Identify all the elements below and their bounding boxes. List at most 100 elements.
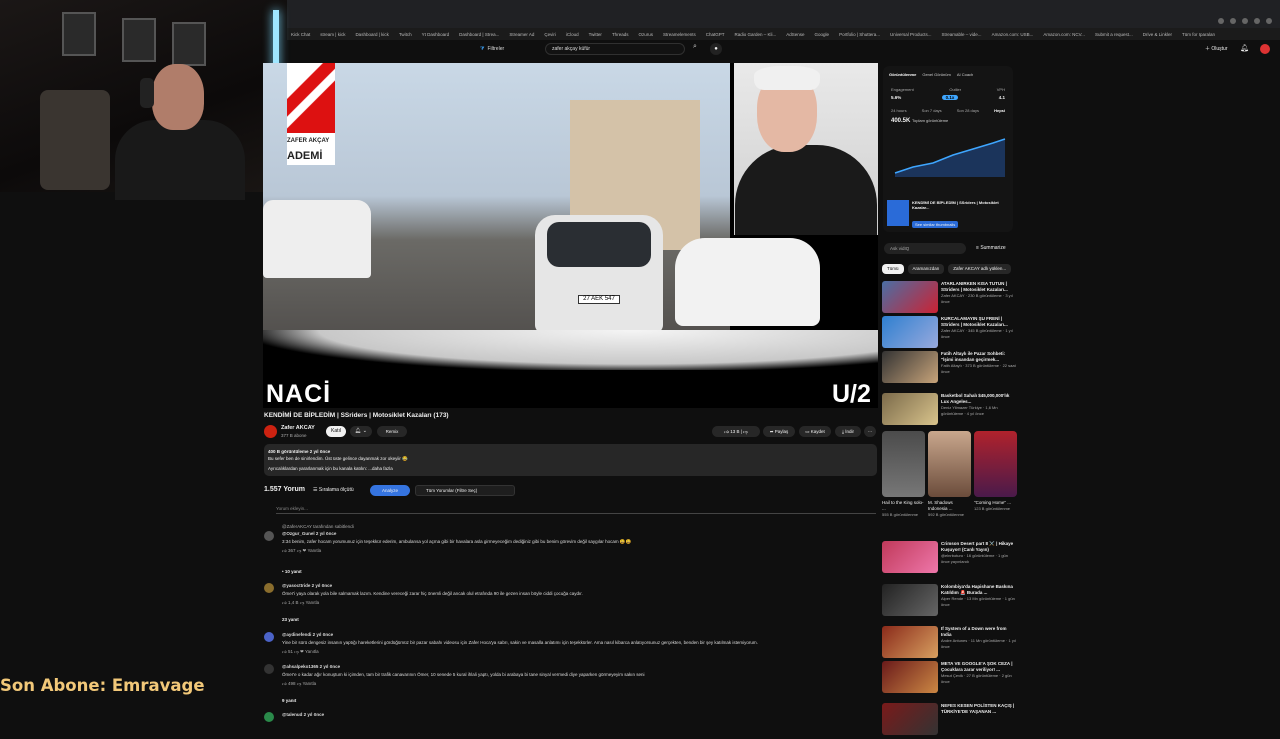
- video-thumbnail[interactable]: [882, 703, 938, 735]
- comment-avatar[interactable]: [264, 632, 274, 642]
- rec-title[interactable]: META VE GOOGLE'A ŞOK CEZA | Çocuklara za…: [941, 661, 1017, 672]
- comment-user[interactable]: @yasocttride 2 yıl önce: [282, 583, 332, 588]
- bookmark-link[interactable]: Drive & Linkler: [1143, 32, 1172, 37]
- short-title[interactable]: M. Shadows Indonesia ... 592 B görüntülen…: [928, 500, 971, 518]
- recommended-video[interactable]: Kolombiya'da Hapishane Baskına Katıldım …: [882, 584, 1017, 620]
- bookmark-link[interactable]: Threads: [612, 32, 629, 37]
- mini-thumbnail[interactable]: [887, 200, 909, 226]
- reply-button[interactable]: Yanıtla: [305, 600, 319, 605]
- comment-user[interactable]: @ahsalpeko1365 2 yıl önce: [282, 664, 340, 669]
- bookmark-link[interactable]: Dashboard | kick: [355, 32, 388, 37]
- comment-actions[interactable]: 👍︎ 1,4 B 👎︎ Yanıtla: [282, 600, 319, 606]
- notification-bell-icon[interactable]: 🔔︎: [1240, 44, 1249, 52]
- recommended-video[interactable]: KURCALAMAYIN ŞU FRENİ | SSriders | Motos…: [882, 316, 1017, 352]
- bookmark-link[interactable]: Amazon.com: NCV...: [1043, 32, 1085, 37]
- short-title[interactable]: "Coming Home" ... 123 B görüntülenme: [974, 500, 1017, 512]
- vidiq-tab[interactable]: Genel Görünüm: [922, 72, 950, 77]
- bookmark-link[interactable]: Radio Garden – Kli...: [735, 32, 777, 37]
- channel-name[interactable]: Zafer AKCAY: [281, 425, 315, 431]
- comment-avatar[interactable]: [264, 531, 274, 541]
- vidiq-tab[interactable]: AI Coach: [957, 72, 973, 77]
- bookmark-link[interactable]: Twitch: [399, 32, 412, 37]
- bookmark-link[interactable]: Portfolio | Shuttera...: [839, 32, 880, 37]
- bookmark-link[interactable]: Streamable – vide...: [942, 32, 982, 37]
- video-thumbnail[interactable]: [882, 584, 938, 616]
- bookmark-link[interactable]: Çeviri: [544, 32, 556, 37]
- bookmark-link[interactable]: Twitter: [589, 32, 602, 37]
- short-title[interactable]: Hail to the King solo- ... 555 B görüntül…: [882, 500, 925, 518]
- bookmark-link[interactable]: Kick Chat: [291, 32, 310, 37]
- subscribe-bell-button[interactable]: 🔔︎ ⌄: [350, 426, 372, 437]
- more-icon[interactable]: ⋯: [864, 426, 876, 437]
- rec-title[interactable]: Basketbol Sahalı $45,000,000'lık Lux Ang…: [941, 393, 1017, 404]
- chip-channel[interactable]: Zafer AKCAY adlı yüklen...: [948, 264, 1012, 274]
- range-tab[interactable]: Hepsi: [994, 108, 1005, 113]
- like-dislike-button[interactable]: 👍︎ 13 B | 👎︎: [712, 426, 760, 437]
- ask-vidiq-input[interactable]: Ask vidIQ: [884, 243, 966, 254]
- chip-all[interactable]: Tümü: [882, 264, 904, 274]
- recommended-video[interactable]: Basketbol Sahalı $45,000,000'lık Lux Ang…: [882, 393, 1017, 429]
- channel-avatar[interactable]: [264, 425, 277, 438]
- bookmark-link[interactable]: Ozurus: [638, 32, 653, 37]
- account-avatar[interactable]: [1260, 44, 1270, 54]
- bookmark-link[interactable]: Streamer Ad: [509, 32, 534, 37]
- mic-icon[interactable]: ●: [710, 43, 722, 55]
- bookmark-link[interactable]: ChatGPT: [706, 32, 725, 37]
- comment-user[interactable]: @talenud 2 yıl önce: [282, 712, 324, 717]
- comment-avatar[interactable]: [264, 664, 274, 674]
- comment-actions[interactable]: 👍︎ 498 👎︎ Yanıtla: [282, 681, 316, 687]
- extension-icon[interactable]: [1230, 18, 1236, 24]
- replies-toggle[interactable]: 23 yanıt: [282, 617, 299, 622]
- bookmark-link[interactable]: Tüm for Iparaları: [1182, 32, 1215, 37]
- comment-avatar[interactable]: [264, 712, 274, 722]
- rec-title[interactable]: Crimson Desert part 8 ⚔️ | Hikaye Kuşuyo…: [941, 541, 1017, 552]
- recommended-video[interactable]: Crimson Desert part 8 ⚔️ | Hikaye Kuşuyo…: [882, 541, 1017, 577]
- replies-toggle[interactable]: • 10 yanıt: [282, 569, 302, 574]
- bookmark-link[interactable]: Dashboard | Strea...: [459, 32, 499, 37]
- rec-title[interactable]: Fatih Altaylı ile Pazar Sohbeti: "İşimi …: [941, 351, 1017, 362]
- reply-button[interactable]: Yanıtla: [305, 649, 319, 654]
- video-thumbnail[interactable]: [882, 281, 938, 313]
- search-icon[interactable]: ⌕: [688, 43, 702, 55]
- rec-title[interactable]: Kolombiya'da Hapishane Baskına Katıldım …: [941, 584, 1017, 595]
- replies-toggle[interactable]: 9 yanıt: [282, 698, 296, 703]
- extension-icon[interactable]: [1242, 18, 1248, 24]
- extension-icon[interactable]: [1254, 18, 1260, 24]
- similar-thumbnails-link[interactable]: See similar thumbnails: [912, 221, 959, 228]
- recommended-video[interactable]: META VE GOOGLE'A ŞOK CEZA | Çocuklara za…: [882, 661, 1017, 697]
- bookmark-link[interactable]: AdSense: [786, 32, 804, 37]
- comment-actions[interactable]: 👍︎ 51 👎︎ ❤ Yanıtla: [282, 649, 319, 655]
- video-thumbnail[interactable]: [882, 351, 938, 383]
- download-button[interactable]: ⤓ İndir: [835, 426, 861, 437]
- reply-button[interactable]: Yanıtla: [307, 548, 321, 553]
- recommended-video[interactable]: If System of a Down were from India Andr…: [882, 626, 1017, 662]
- save-button[interactable]: ▭ Kaydet: [799, 426, 831, 437]
- short-thumbnail[interactable]: [974, 431, 1017, 497]
- video-thumbnail[interactable]: [882, 316, 938, 348]
- join-button[interactable]: Katıl: [326, 426, 346, 437]
- bookmark-link[interactable]: Amazon.com: USB...: [992, 32, 1034, 37]
- bookmark-link[interactable]: Universal Products...: [890, 32, 932, 37]
- rec-title[interactable]: KURCALAMAYIN ŞU FRENİ | SSriders | Motos…: [941, 316, 1017, 327]
- comment-user[interactable]: @aydinefendi 2 yıl önce: [282, 632, 333, 637]
- analyze-button[interactable]: Analyze: [370, 485, 410, 496]
- bookmark-link[interactable]: Google: [815, 32, 830, 37]
- recommended-video[interactable]: NEFES KESEN POLİSTEN KAÇIŞ | TÜRKİYE'DE …: [882, 703, 1017, 739]
- comment-user[interactable]: @Ozgur_Gunel 2 yıl önce: [282, 531, 336, 536]
- summarize-button[interactable]: ≡ Summarize: [976, 245, 1006, 251]
- recommended-video[interactable]: ATARLANIRKEN KISA TUTUN | SSriders | Mot…: [882, 281, 1017, 317]
- extension-icon[interactable]: [1218, 18, 1224, 24]
- remix-button[interactable]: Remix: [377, 426, 407, 437]
- short-thumbnail[interactable]: [928, 431, 971, 497]
- bookmark-link[interactable]: Streamelements: [663, 32, 696, 37]
- comment-actions[interactable]: 👍︎ 367 👎︎ ❤ Yanıtla: [282, 548, 321, 554]
- bookmark-link[interactable]: iCloud: [566, 32, 579, 37]
- rec-title[interactable]: If System of a Down were from India: [941, 626, 1017, 637]
- share-button[interactable]: ➦ Paylaş: [763, 426, 795, 437]
- bookmark-link[interactable]: Yt Dashboard: [422, 32, 450, 37]
- vidiq-tab[interactable]: Görüntülenme: [889, 72, 916, 77]
- video-thumbnail[interactable]: [882, 626, 938, 658]
- bookmark-link[interactable]: stream | kick: [320, 32, 345, 37]
- comment-filter-select[interactable]: Tüm Yorumlar (Filtre Seç): [415, 485, 515, 496]
- video-thumbnail[interactable]: [882, 541, 938, 573]
